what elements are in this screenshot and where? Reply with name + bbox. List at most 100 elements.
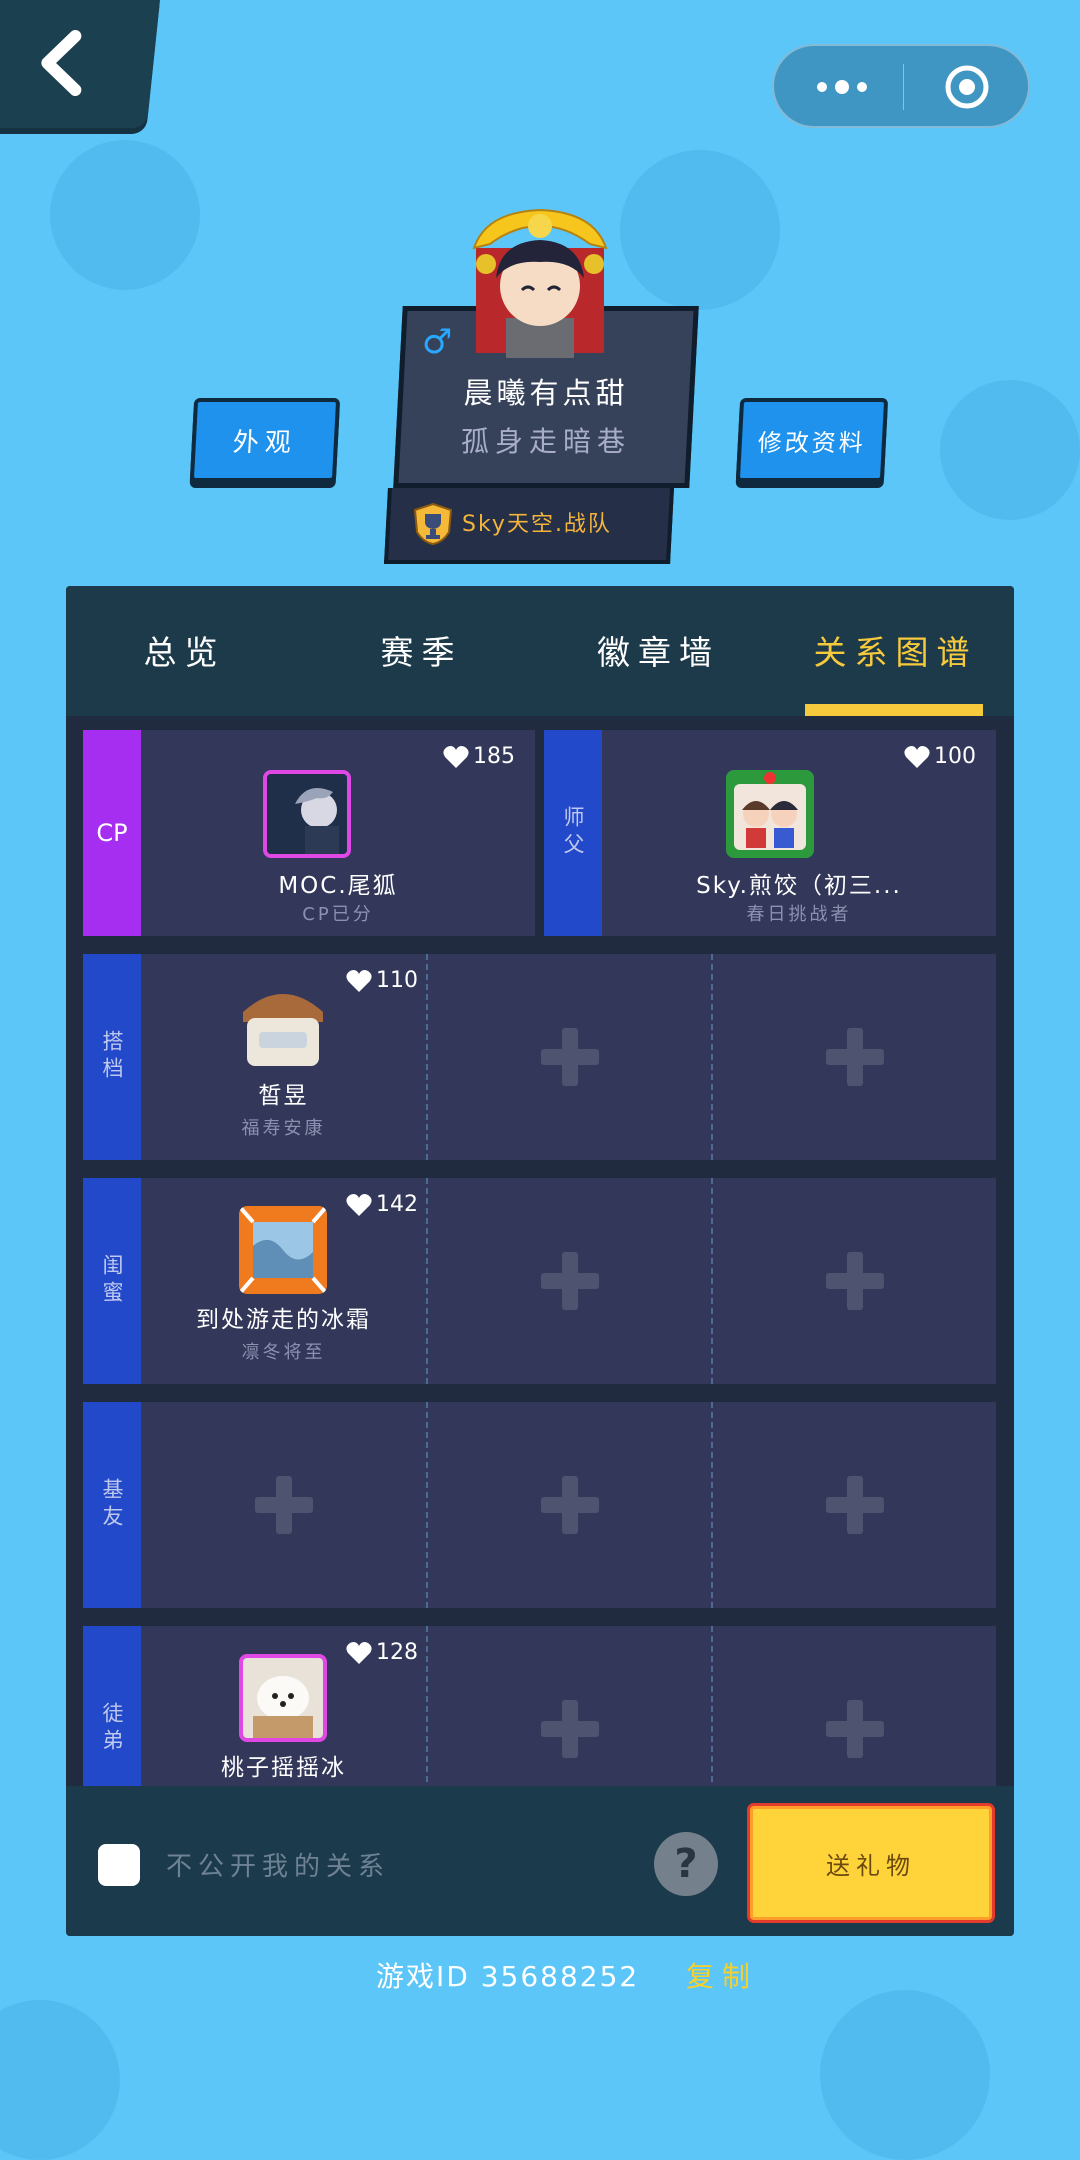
private-relations-label[interactable]: 不公开我的关系 — [166, 1846, 390, 1883]
relation-row-partner: 搭档 110 皙昱 福寿安康 — [83, 954, 996, 1160]
background-decoration — [940, 380, 1080, 520]
heart-count-value: 128 — [376, 1640, 418, 1665]
add-plus-icon — [540, 1028, 599, 1086]
member-avatar-image — [243, 994, 323, 1066]
heart-count: 128 — [346, 1640, 418, 1665]
background-decoration — [50, 140, 200, 290]
relations-panel: 总览 赛季 徽章墙 关系图谱 CP 185 MOC.尾狐 CP已分 师父 100… — [66, 586, 1014, 1936]
add-plus-icon — [825, 1028, 884, 1086]
relation-row-apprentice: 徒弟 128 桃子摇摇冰 — [83, 1626, 996, 1786]
member-title: 春日挑战者 — [746, 904, 852, 925]
member-avatar-image — [267, 774, 347, 854]
empty-relation-slot[interactable] — [711, 954, 996, 1160]
tab-relationship-graph[interactable]: 关系图谱 — [777, 626, 1014, 674]
category-label-master: 师父 — [544, 730, 602, 936]
empty-relation-slot[interactable] — [426, 1178, 711, 1384]
help-icon[interactable]: ? — [654, 1832, 718, 1896]
add-plus-icon — [540, 1252, 599, 1310]
empty-relation-slot[interactable] — [141, 1402, 426, 1608]
relation-card-cp[interactable]: CP 185 MOC.尾狐 CP已分 — [83, 730, 535, 936]
member-title: CP已分 — [302, 904, 374, 925]
private-relations-checkbox[interactable] — [98, 1844, 140, 1886]
background-decoration — [0, 2000, 120, 2160]
signature: 孤身走暗巷 — [460, 425, 631, 458]
relation-slot[interactable]: 100 Sky.煎饺（初三... 春日挑战者 — [602, 730, 996, 936]
heart-count: 100 — [904, 744, 976, 769]
avatar[interactable] — [466, 208, 614, 358]
tab-season[interactable]: 赛季 — [303, 626, 540, 674]
heart-icon — [346, 1193, 372, 1216]
member-avatar[interactable] — [239, 1206, 327, 1294]
edit-profile-button[interactable]: 修改资料 — [735, 398, 889, 482]
member-avatar[interactable] — [263, 770, 351, 858]
heart-count: 185 — [443, 744, 515, 769]
target-circle-icon[interactable] — [944, 64, 990, 110]
member-avatar-image — [726, 770, 814, 858]
member-name: 桃子摇摇冰 — [221, 1755, 346, 1781]
avatar-image — [472, 208, 608, 358]
chevron-left-icon — [41, 30, 82, 96]
heart-count: 142 — [346, 1192, 418, 1217]
category-label-apprentice: 徒弟 — [83, 1626, 141, 1786]
member-avatar[interactable] — [239, 982, 327, 1070]
member-name: Sky.煎饺（初三... — [696, 873, 902, 899]
add-plus-icon — [825, 1700, 884, 1758]
member-avatar-image — [243, 1658, 323, 1738]
empty-relation-slot[interactable] — [426, 1626, 711, 1786]
category-label-cp: CP — [83, 730, 141, 936]
background-decoration — [820, 1990, 990, 2160]
tab-bar: 总览 赛季 徽章墙 关系图谱 — [66, 586, 1014, 716]
copy-id-button[interactable]: 复制 — [686, 1955, 758, 1995]
empty-relation-slot[interactable] — [426, 1402, 711, 1608]
member-name: MOC.尾狐 — [278, 873, 398, 899]
heart-count-value: 110 — [376, 968, 418, 993]
add-plus-icon — [825, 1476, 884, 1534]
category-label-partner: 搭档 — [83, 954, 141, 1160]
game-id: 游戏ID 35688252 — [376, 1960, 640, 1993]
category-label-buddy: 基友 — [83, 1402, 141, 1608]
tab-overview[interactable]: 总览 — [66, 626, 303, 674]
member-avatar[interactable] — [726, 770, 814, 858]
add-plus-icon — [254, 1476, 313, 1534]
category-label-bestie: 闺蜜 — [83, 1178, 141, 1384]
heart-icon — [904, 745, 930, 768]
send-gift-button[interactable]: 送礼物 — [750, 1806, 992, 1920]
add-plus-icon — [540, 1700, 599, 1758]
heart-count-value: 185 — [473, 744, 515, 769]
member-title: 福寿安康 — [241, 1118, 326, 1139]
relation-slot[interactable]: 128 桃子摇摇冰 — [141, 1626, 426, 1786]
relation-slot[interactable]: 142 到处游走的冰霜 凛冬将至 — [141, 1178, 426, 1384]
nickname: 晨曦有点甜 — [463, 376, 629, 410]
relation-slot[interactable]: 185 MOC.尾狐 CP已分 — [141, 730, 535, 936]
trophy-shield-icon — [413, 502, 453, 546]
heart-icon — [346, 1641, 372, 1664]
team-name: Sky天空.战队 — [462, 512, 612, 537]
add-plus-icon — [825, 1252, 884, 1310]
relation-slot[interactable]: 110 皙昱 福寿安康 — [141, 954, 426, 1160]
heart-icon — [443, 745, 469, 768]
active-tab-indicator — [805, 704, 983, 716]
member-avatar[interactable] — [239, 1654, 327, 1742]
empty-relation-slot[interactable] — [711, 1402, 996, 1608]
relation-row-bestie: 闺蜜 142 到处游走的冰霜 凛冬将至 — [83, 1178, 996, 1384]
tab-badge-wall[interactable]: 徽章墙 — [540, 626, 777, 674]
heart-count-value: 142 — [376, 1192, 418, 1217]
back-button[interactable] — [0, 0, 160, 128]
empty-relation-slot[interactable] — [711, 1626, 996, 1786]
member-name: 皙昱 — [258, 1083, 309, 1109]
empty-relation-slot[interactable] — [711, 1178, 996, 1384]
miniprogram-capsule — [772, 44, 1030, 128]
relation-row-buddy: 基友 — [83, 1402, 996, 1608]
capsule-divider — [903, 64, 904, 110]
panel-footer: 不公开我的关系 ? 送礼物 — [66, 1786, 1014, 1936]
more-dots-icon[interactable] — [812, 72, 872, 102]
heart-count: 110 — [346, 968, 418, 993]
background-decoration — [620, 150, 780, 310]
relation-card-master[interactable]: 师父 100 Sky.煎饺（初三... 春日挑战者 — [544, 730, 996, 936]
relations-list: CP 185 MOC.尾狐 CP已分 师父 100 Sky.煎饺（初三... 春… — [66, 716, 1014, 1786]
heart-count-value: 100 — [934, 744, 976, 769]
male-gender-icon: ♂ — [422, 322, 453, 362]
appearance-button[interactable]: 外观 — [189, 398, 341, 482]
member-avatar-image — [239, 1206, 327, 1294]
empty-relation-slot[interactable] — [426, 954, 711, 1160]
